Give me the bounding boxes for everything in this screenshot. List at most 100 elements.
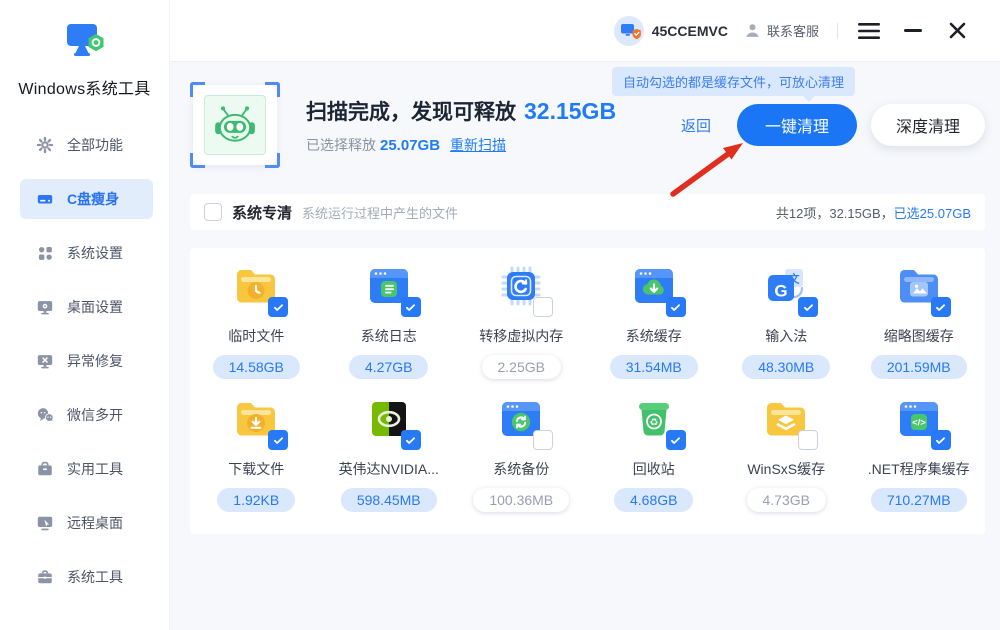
sidebar-item-label: 微信多开 <box>67 405 123 425</box>
item-name: 输入法 <box>765 326 807 346</box>
one-click-clean-button[interactable]: 一键清理 <box>737 104 857 146</box>
cleanup-item[interactable]: WinSxS缓存4.73GB <box>720 395 853 512</box>
cleanup-item[interactable]: 系统日志4.27GB <box>323 262 456 379</box>
section-checkbox[interactable] <box>204 203 222 221</box>
folder-layers-icon <box>762 395 810 443</box>
sidebar-item-7[interactable]: 远程桌面 <box>20 503 153 543</box>
sidebar-item-5[interactable]: 微信多开 <box>20 395 153 435</box>
cleanup-item[interactable]: 英伟达NVIDIA...598.45MB <box>323 395 456 512</box>
item-checkbox[interactable] <box>666 430 686 450</box>
header-actions: 返回 一键清理 深度清理 <box>681 104 985 146</box>
item-checkbox[interactable] <box>931 297 951 317</box>
folder-clock-icon <box>232 262 280 310</box>
main-panel: 45CCEMVC 联系客服 <box>170 0 1000 630</box>
chip-icon <box>497 262 545 310</box>
cleanup-item[interactable]: 系统备份100.36MB <box>455 395 588 512</box>
item-checkbox[interactable] <box>798 297 818 317</box>
cleanup-item[interactable]: </> .NET程序集缓存 710.27MB <box>853 395 986 512</box>
svg-text:</>: </> <box>912 418 926 429</box>
sidebar-item-1[interactable]: C盘瘦身 <box>20 179 153 219</box>
sidebar-item-label: C盘瘦身 <box>67 189 119 209</box>
scan-summary: 扫描完成，发现可释放32.15GB 已选择释放25.07GB重新扫描 <box>306 96 616 155</box>
item-checkbox[interactable] <box>268 297 288 317</box>
item-checkbox[interactable] <box>533 430 553 450</box>
close-button[interactable] <box>944 18 970 44</box>
grid-icon <box>36 244 54 262</box>
cleanup-item[interactable]: 下载文件1.92KB <box>190 395 323 512</box>
sidebar-item-label: 实用工具 <box>67 459 123 479</box>
sidebar-item-label: 全部功能 <box>67 135 123 155</box>
item-checkbox[interactable] <box>401 430 421 450</box>
menu-button[interactable] <box>856 18 882 44</box>
sidebar: Windows系统工具 全部功能 C盘瘦身系统设置桌面设置异常修复微信多开实用工具… <box>0 0 170 630</box>
sidebar-item-8[interactable]: 系统工具 <box>20 557 153 597</box>
account-badge[interactable]: 45CCEMVC <box>614 16 728 46</box>
summary-selected: 已选25.07GB <box>894 206 971 221</box>
item-name: 系统备份 <box>493 459 549 479</box>
sidebar-item-label: 异常修复 <box>67 351 123 371</box>
item-size-badge: 1.92KB <box>217 488 295 512</box>
item-name: 回收站 <box>633 459 675 479</box>
releasable-size: 32.15GB <box>524 98 616 124</box>
rescan-link[interactable]: 重新扫描 <box>450 137 506 153</box>
minimize-button[interactable] <box>900 18 926 44</box>
robot-scan-icon <box>190 82 280 168</box>
item-checkbox[interactable] <box>798 430 818 450</box>
cleanup-item[interactable]: ♻ 回收站 4.68GB <box>588 395 721 512</box>
contact-support-button[interactable]: 联系客服 <box>744 21 819 40</box>
back-link[interactable]: 返回 <box>681 115 711 136</box>
sidebar-item-3[interactable]: 桌面设置 <box>20 287 153 327</box>
toolbox-icon <box>36 460 54 478</box>
sidebar-item-4[interactable]: 异常修复 <box>20 341 153 381</box>
recycle-bin-icon: ♻ <box>630 395 678 443</box>
window-cloud-icon <box>630 262 678 310</box>
item-name: 转移虚拟内存 <box>479 326 563 346</box>
sidebar-item-2[interactable]: 系统设置 <box>20 233 153 273</box>
folder-image-icon <box>895 262 943 310</box>
cleanup-item[interactable]: 文G输入法48.30MB <box>720 262 853 379</box>
section-bar: 系统专清 系统运行过程中产生的文件 共12项，32.15GB，已选25.07GB <box>190 194 985 230</box>
close-icon <box>949 22 966 39</box>
window-code-icon: </> <box>895 395 943 443</box>
nvidia-icon <box>365 395 413 443</box>
item-checkbox[interactable] <box>401 297 421 317</box>
item-name: 系统日志 <box>361 326 417 346</box>
sidebar-item-label: 系统工具 <box>67 567 123 587</box>
desktop-settings-icon <box>36 298 54 316</box>
item-name: .NET程序集缓存 <box>868 459 970 479</box>
selected-size: 25.07GB <box>380 137 440 154</box>
cleanup-item[interactable]: 缩略图缓存201.59MB <box>853 262 986 379</box>
contact-support-label: 联系客服 <box>767 21 819 40</box>
app-title: Windows系统工具 <box>0 75 169 99</box>
sidebar-item-label: 远程桌面 <box>67 513 123 533</box>
window-list-icon <box>365 262 413 310</box>
repair-icon <box>36 352 54 370</box>
sidebar-nav: 全部功能 C盘瘦身系统设置桌面设置异常修复微信多开实用工具远程桌面系统工具 <box>0 125 169 597</box>
item-checkbox[interactable] <box>533 297 553 317</box>
sidebar-item-label: 系统设置 <box>67 243 123 263</box>
sidebar-item-label: 桌面设置 <box>67 297 123 317</box>
item-checkbox[interactable] <box>931 430 951 450</box>
item-size-badge: 31.54MB <box>610 355 698 379</box>
cleanup-item[interactable]: 转移虚拟内存 2.25GB <box>455 262 588 379</box>
item-size-badge: 4.68GB <box>614 488 693 512</box>
selected-prefix: 已选择释放 <box>306 137 376 153</box>
auto-select-tooltip: 自动勾选的都是缓存文件，可放心清理 <box>612 67 855 96</box>
robot-icon <box>209 101 261 149</box>
hamburger-icon <box>858 23 880 39</box>
cleanup-item[interactable]: 系统缓存31.54MB <box>588 262 721 379</box>
item-size-badge: 2.25GB <box>482 355 561 379</box>
item-name: 英伟达NVIDIA... <box>339 459 439 479</box>
item-name: WinSxS缓存 <box>747 459 825 479</box>
item-size-badge: 710.27MB <box>871 488 967 512</box>
person-icon <box>744 22 761 39</box>
item-checkbox[interactable] <box>268 430 288 450</box>
sidebar-item-6[interactable]: 实用工具 <box>20 449 153 489</box>
wechat-icon <box>36 406 54 424</box>
deep-clean-button[interactable]: 深度清理 <box>871 104 985 146</box>
item-checkbox[interactable] <box>666 297 686 317</box>
cleanup-item[interactable]: 临时文件14.58GB <box>190 262 323 379</box>
section-desc: 系统运行过程中产生的文件 <box>302 203 458 222</box>
sidebar-item-0[interactable]: 全部功能 <box>20 125 153 165</box>
input-method-icon: 文G <box>762 262 810 310</box>
